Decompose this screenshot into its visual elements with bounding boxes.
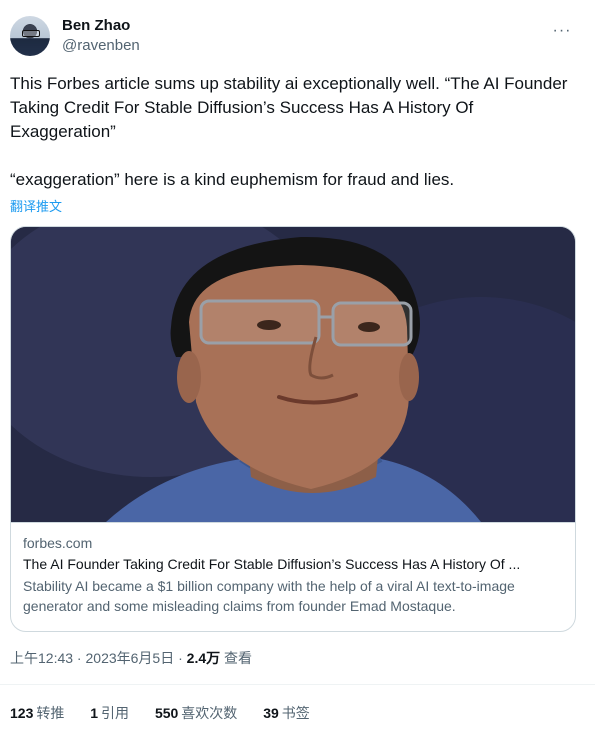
quotes-stat[interactable]: 1 引用: [90, 705, 129, 721]
tweet: Ben Zhao @ravenben ··· This Forbes artic…: [0, 0, 595, 738]
tweet-text: This Forbes article sums up stability ai…: [10, 74, 568, 189]
translate-tweet-link[interactable]: 翻译推文: [10, 196, 62, 215]
link-card[interactable]: forbes.com The AI Founder Taking Credit …: [10, 226, 576, 632]
card-image[interactable]: [11, 227, 575, 522]
avatar[interactable]: [10, 16, 50, 56]
likes-stat[interactable]: 550 喜欢次数: [155, 705, 237, 721]
divider: [0, 684, 595, 685]
author-names: Ben Zhao @ravenben: [62, 16, 140, 56]
portrait-photo: [11, 227, 575, 522]
bookmarks-stat[interactable]: 39 书签: [263, 705, 310, 721]
views-count: 2.4万: [186, 650, 221, 666]
likes-count: 550: [154, 705, 179, 721]
meta-separator-2: ·: [174, 650, 187, 666]
quotes-label: 引用: [101, 705, 130, 721]
bookmarks-count: 39: [263, 705, 279, 721]
author-display-name[interactable]: Ben Zhao: [62, 16, 140, 36]
quotes-count: 1: [90, 705, 99, 721]
more-options-button[interactable]: ···: [549, 18, 575, 44]
more-horizontal-icon: ···: [552, 22, 572, 39]
likes-label: 喜欢次数: [181, 705, 238, 721]
tweet-header: Ben Zhao @ravenben ···: [10, 12, 585, 60]
card-description: Stability AI became a $1 billion company…: [23, 578, 515, 614]
views-label: 查看: [224, 650, 253, 666]
tweet-date[interactable]: 2023年6月5日: [86, 650, 175, 666]
card-title[interactable]: The AI Founder Taking Credit For Stable …: [23, 555, 565, 574]
retweets-count: 123: [10, 705, 34, 721]
author-handle[interactable]: @ravenben: [62, 36, 140, 56]
tweet-time[interactable]: 上午12:43: [10, 650, 73, 666]
card-meta: forbes.com The AI Founder Taking Credit …: [11, 522, 575, 631]
avatar-glasses: [22, 30, 40, 37]
retweets-stat[interactable]: 123 转推: [10, 705, 64, 721]
meta-separator: ·: [73, 650, 86, 666]
retweets-label: 转推: [36, 705, 65, 721]
card-domain: forbes.com: [23, 535, 93, 551]
tweet-metadata: 上午12:43 · 2023年6月5日 · 2.4万 查看: [10, 648, 252, 668]
engagement-stats: 123 转推 1 引用 550 喜欢次数 39 书签: [10, 703, 332, 723]
bookmarks-label: 书签: [281, 705, 310, 721]
